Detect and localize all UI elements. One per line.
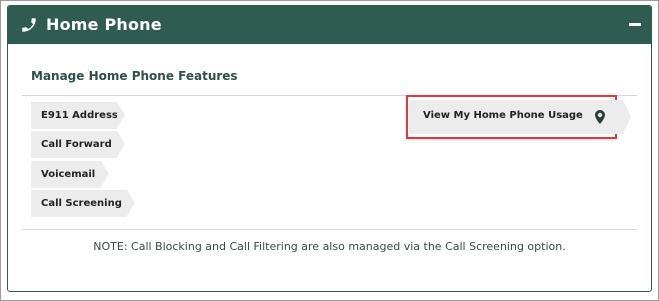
minus-icon[interactable] [629,23,641,26]
phone-icon [20,16,38,34]
feature-call-screening[interactable]: Call Screening [31,190,135,217]
usage-highlight-box: View My Home Phone Usage [406,95,631,139]
feature-voicemail[interactable]: Voicemail [31,161,109,188]
divider-bottom [22,229,637,230]
home-phone-panel: Home Phone Manage Home Phone Features E9… [7,5,652,292]
view-usage-button[interactable]: View My Home Phone Usage [409,100,631,134]
note-text: NOTE: Call Blocking and Call Filtering a… [93,240,566,253]
feature-e911-address[interactable]: E911 Address [31,102,125,129]
screenshot-frame: Home Phone Manage Home Phone Features E9… [0,0,659,301]
feature-call-forward[interactable]: Call Forward [31,131,125,158]
panel-title: Home Phone [46,15,162,34]
map-pin-icon [595,109,605,124]
section-title: Manage Home Phone Features [31,69,238,83]
view-usage-label: View My Home Phone Usage [423,110,583,121]
panel-header[interactable]: Home Phone [8,6,651,44]
